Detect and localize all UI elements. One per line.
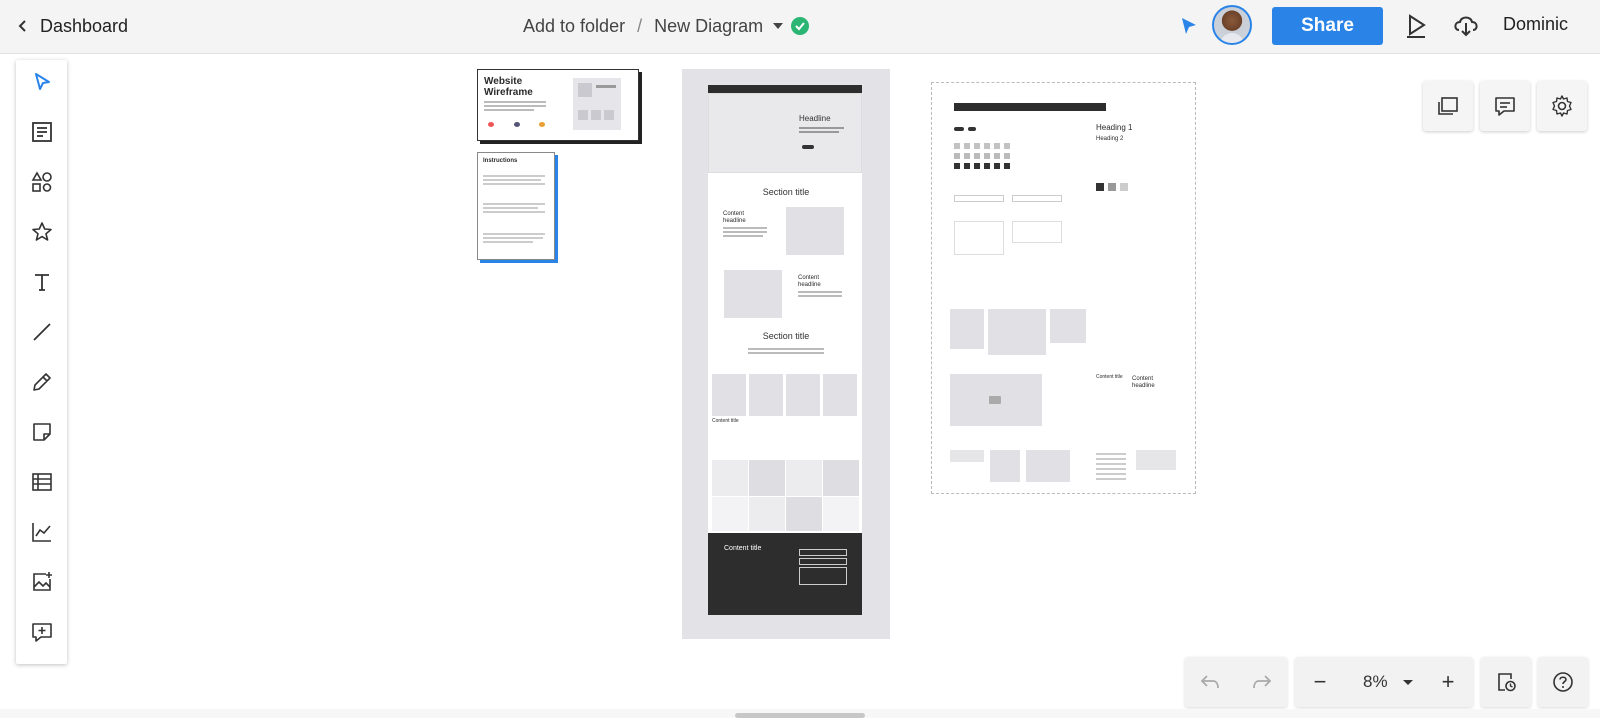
shapes-tool[interactable] [16,160,67,204]
settings-button[interactable] [1537,81,1587,131]
templates-tool[interactable] [16,110,67,154]
table-icon [31,473,52,491]
image-tool[interactable] [16,560,67,604]
diagram-title[interactable]: New Diagram [654,16,763,37]
image-add-icon [32,572,52,591]
select-tool[interactable] [16,60,67,104]
undo-icon [1200,675,1219,689]
add-to-folder-link[interactable]: Add to folder [523,16,625,37]
redo-button[interactable] [1237,657,1287,707]
undo-button[interactable] [1185,657,1235,707]
star-icon [31,222,52,241]
breadcrumb: Add to folder / New Diagram [523,13,810,39]
saved-check-icon [791,17,810,35]
pages-icon [1438,97,1458,115]
scrollbar-thumb[interactable] [735,713,865,718]
comment-icon [1495,97,1515,116]
comment-add-icon [31,623,52,642]
table-tool[interactable] [16,460,67,504]
chevron-down-icon [1403,680,1413,685]
instructions-title: Instructions [483,158,518,164]
chart-icon [31,523,51,542]
back-to-dashboard-button[interactable]: Dashboard [18,13,128,39]
template-icon [31,122,52,142]
kit-heading-1: Heading 1 [1096,123,1133,132]
line-icon [32,323,51,341]
text-tool[interactable] [16,260,67,304]
history-icon [1498,673,1516,692]
kit-heading-2: Heading 2 [1096,136,1124,142]
zoom-level[interactable]: 8% [1363,672,1388,692]
kit-content-headline: Content headline [1132,376,1155,389]
shapes-icon [31,171,52,192]
content-title-text: Content title [712,418,739,424]
chart-tool[interactable] [16,510,67,554]
sticky-note-icon [32,423,51,441]
present-play-icon[interactable] [1403,12,1429,38]
comments-panel-button[interactable] [1480,81,1530,131]
section-title-1: Section title [762,187,810,197]
pages-panel-button[interactable] [1423,81,1473,131]
chevron-left-icon [18,20,26,32]
kit-content-title: Content title [1096,374,1123,380]
user-name[interactable]: Dominic [1503,14,1568,35]
zoom-out-button[interactable]: − [1295,657,1345,707]
section-title-2: Section title [762,331,810,341]
sticky-note-tool[interactable] [16,410,67,454]
undo-redo-group [1185,657,1287,707]
help-button[interactable] [1538,657,1588,707]
page-wireframe[interactable]: Headline Section title Content headline … [682,69,890,639]
version-history-button[interactable] [1481,657,1531,707]
content-headline-2: Content headline [798,275,821,288]
help-icon [1553,672,1573,692]
icons-tool[interactable] [16,210,67,254]
top-bar: Dashboard Add to folder / New Diagram Sh… [0,0,1600,54]
zoom-dropdown[interactable] [1393,657,1423,707]
line-tool[interactable] [16,310,67,354]
cursor-presence-icon[interactable] [1178,15,1200,37]
pencil-icon [32,373,51,391]
chevron-down-icon[interactable] [773,23,784,29]
share-button[interactable]: Share [1272,7,1383,45]
card-title: Website Wireframe [484,76,533,98]
left-toolbar [16,60,67,664]
wireframe-cover-card[interactable]: Website Wireframe [477,69,639,141]
gear-icon [1552,95,1572,117]
redo-icon [1253,675,1272,689]
avatar[interactable] [1212,5,1252,45]
history-group [1481,657,1531,707]
cursor-icon [34,73,50,90]
ui-kit-frame[interactable]: Heading 1 Heading 2 Content title Conten… [931,82,1196,494]
comment-tool[interactable] [16,610,67,654]
instructions-card[interactable]: Instructions [477,152,555,260]
headline-text: Headline [799,114,831,123]
cloud-download-icon[interactable] [1452,12,1480,38]
content-headline-1: Content headline [723,211,746,224]
help-group [1538,657,1588,707]
footer-content-title: Content title [724,545,762,552]
pen-tool[interactable] [16,360,67,404]
breadcrumb-separator: / [637,15,643,36]
back-label: Dashboard [40,15,129,36]
zoom-in-button[interactable]: + [1423,657,1473,707]
text-icon [34,274,49,291]
canvas[interactable]: Website Wireframe Instructions Headline [67,54,1600,709]
